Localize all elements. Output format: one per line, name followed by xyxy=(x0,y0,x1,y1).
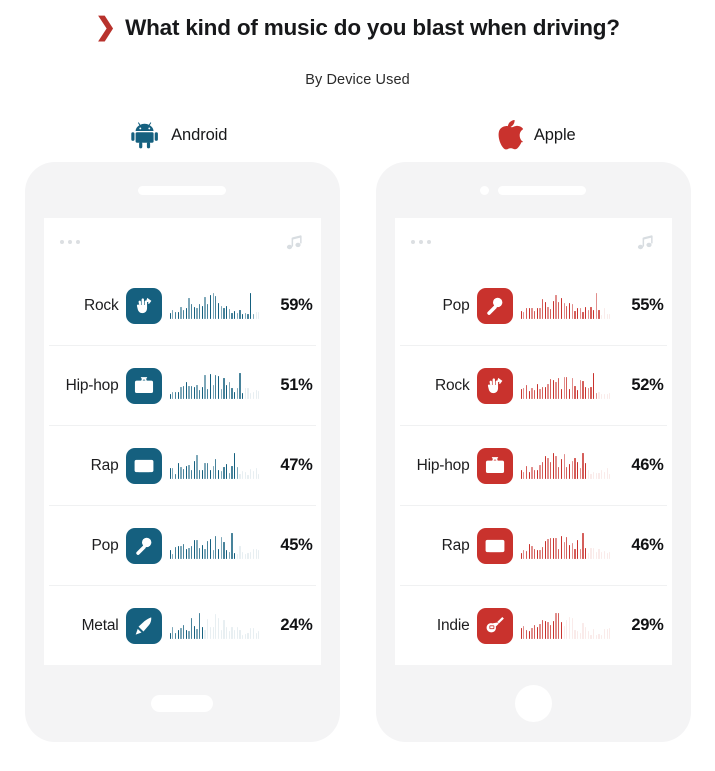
waveform-bar xyxy=(169,533,260,559)
guitar-icon xyxy=(476,607,513,644)
front-camera-icon xyxy=(480,185,489,195)
cassette-icon xyxy=(476,527,513,564)
boombox-icon xyxy=(125,367,162,404)
three-dots-icon[interactable] xyxy=(59,240,80,244)
genre-label: Rock xyxy=(83,296,119,314)
apple-screen-header xyxy=(395,218,672,266)
rocket-icon xyxy=(125,607,162,644)
genre-label: Rap xyxy=(90,456,119,474)
waveform-bar xyxy=(520,373,611,399)
phone-android: Rock 59% Hip-hop 51% Rap 47% Pop 45% Metal 24% xyxy=(24,162,340,742)
genre-percentage: 45% xyxy=(280,536,313,554)
genre-percentage: 51% xyxy=(280,376,313,394)
speaker-grille xyxy=(138,185,226,195)
waveform-bar xyxy=(520,453,611,479)
android-screen-header xyxy=(44,218,321,266)
apple-phone-bottom xyxy=(376,665,691,742)
platform-label-apple: Apple xyxy=(533,125,576,144)
phone-apple: Pop 55% Rock 52% Hip-hop 46% Rap 46% Indie 29% xyxy=(375,162,691,742)
home-button[interactable] xyxy=(514,685,552,722)
genre-row[interactable]: Pop 55% xyxy=(400,266,667,345)
rock-hand-icon xyxy=(125,287,162,324)
genre-percentage: 52% xyxy=(631,376,664,394)
android-phone-top xyxy=(25,162,340,218)
speaker-grille xyxy=(498,185,586,195)
android-screen: Rock 59% Hip-hop 51% Rap 47% Pop 45% Metal 24% xyxy=(43,218,321,665)
genre-label: Indie xyxy=(436,616,470,634)
genre-label: Rock xyxy=(434,376,470,394)
genre-percentage: 59% xyxy=(280,296,313,314)
rock-hand-icon xyxy=(476,367,513,404)
platform-apple: Apple xyxy=(358,112,715,158)
waveform-bar xyxy=(169,293,260,319)
apple-genre-rows: Pop 55% Rock 52% Hip-hop 46% Rap 46% Indie 29% xyxy=(395,266,672,665)
genre-row[interactable]: Hip-hop 51% xyxy=(48,345,316,425)
android-robot-icon xyxy=(130,120,160,150)
music-note-icon xyxy=(636,233,655,252)
music-note-icon xyxy=(285,233,304,252)
title-text: What kind of music do you blast when dri… xyxy=(125,15,620,40)
genre-row[interactable]: Hip-hop 46% xyxy=(399,425,667,505)
three-dots-icon[interactable] xyxy=(410,240,431,244)
apple-phone-top xyxy=(376,162,691,218)
android-phone-bottom xyxy=(25,665,340,742)
genre-percentage: 55% xyxy=(631,296,664,314)
page-title: ❯ What kind of music do you blast when d… xyxy=(0,8,715,48)
genre-percentage: 47% xyxy=(280,456,313,474)
phone-comparison: Rock 59% Hip-hop 51% Rap 47% Pop 45% Metal 24% xyxy=(0,162,715,742)
apple-screen: Pop 55% Rock 52% Hip-hop 46% Rap 46% Indie 29% xyxy=(394,218,672,665)
waveform-bar xyxy=(169,613,260,639)
waveform-bar xyxy=(520,293,611,319)
genre-label: Rap xyxy=(441,536,470,554)
boombox-icon xyxy=(476,447,513,484)
page-subtitle: By Device Used xyxy=(305,72,410,88)
waveform-bar xyxy=(520,533,611,559)
genre-percentage: 29% xyxy=(631,616,664,634)
genre-label: Pop xyxy=(91,536,119,554)
page-header: ❯ What kind of music do you blast when d… xyxy=(0,0,715,88)
platform-legend: Android Apple xyxy=(0,112,715,158)
genre-row[interactable]: Rock 59% xyxy=(49,266,316,345)
microphone-icon xyxy=(476,287,513,324)
genre-row[interactable]: Rap 46% xyxy=(399,505,667,585)
genre-row[interactable]: Pop 45% xyxy=(48,505,316,585)
waveform-bar xyxy=(520,612,611,639)
platform-android: Android xyxy=(0,112,358,158)
genre-row[interactable]: Rock 52% xyxy=(399,345,667,425)
genre-percentage: 24% xyxy=(280,616,313,634)
chevron-right-icon: ❯ xyxy=(95,12,117,41)
android-genre-rows: Rock 59% Hip-hop 51% Rap 47% Pop 45% Metal 24% xyxy=(44,266,321,665)
home-indicator-pill[interactable] xyxy=(151,695,213,712)
waveform-bar xyxy=(169,373,260,399)
waveform-bar xyxy=(169,453,260,479)
genre-label: Metal xyxy=(81,616,119,634)
microphone-icon xyxy=(125,527,162,564)
genre-row[interactable]: Rap 47% xyxy=(48,425,316,505)
genre-percentage: 46% xyxy=(631,536,664,554)
genre-label: Hip-hop xyxy=(416,456,470,474)
genre-percentage: 46% xyxy=(631,456,664,474)
genre-row[interactable]: Metal 24% xyxy=(48,585,316,665)
apple-logo-icon xyxy=(497,119,523,151)
platform-label-android: Android xyxy=(171,125,228,144)
genre-row[interactable]: Indie 29% xyxy=(399,585,667,665)
genre-label: Hip-hop xyxy=(65,376,119,394)
genre-label: Pop xyxy=(442,296,470,314)
cassette-icon xyxy=(125,447,162,484)
